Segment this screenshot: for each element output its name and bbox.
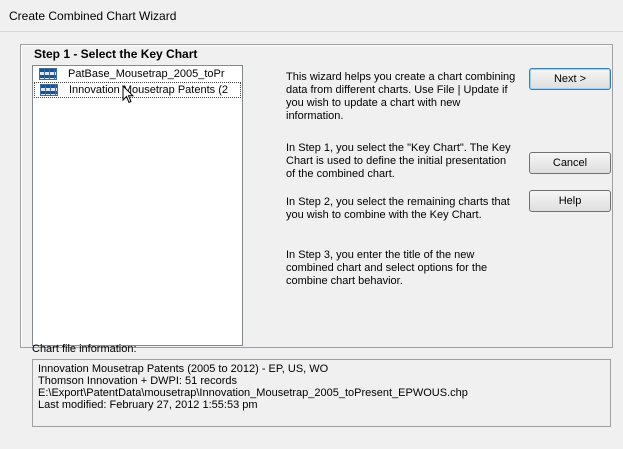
chart-listbox[interactable]: PatBase_Mousetrap_2005_toPr Innovation M… (32, 65, 243, 346)
list-item-label: Innovation Mousetrap Patents (2 (69, 84, 228, 96)
wizard-window: Create Combined Chart Wizard Step 1 - Se… (0, 0, 623, 449)
wizard-body: Step 1 - Select the Key Chart PatBase_Mo… (8, 32, 623, 449)
instruction-paragraph-1: This wizard helps you create a chart com… (286, 71, 516, 122)
list-item[interactable]: Innovation Mousetrap Patents (2 (34, 82, 241, 98)
chart-table-icon (40, 84, 58, 96)
chart-file-info-line: E:\Export\PatentData\mousetrap\Innovatio… (38, 387, 468, 399)
help-button[interactable]: Help (529, 190, 611, 212)
window-title: Create Combined Chart Wizard (9, 9, 177, 23)
instruction-paragraph-3: In Step 2, you select the remaining char… (286, 196, 510, 221)
chart-file-info-line: Last modified: February 27, 2012 1:55:53… (38, 399, 258, 411)
next-button[interactable]: Next > (529, 68, 611, 90)
step-title: Step 1 - Select the Key Chart (34, 47, 198, 61)
chart-file-info-label: Chart file information: (32, 343, 137, 355)
cancel-button[interactable]: Cancel (529, 152, 611, 174)
chart-file-info-line: Innovation Mousetrap Patents (2005 to 20… (38, 363, 329, 375)
chart-file-info-box: Innovation Mousetrap Patents (2005 to 20… (32, 359, 611, 427)
chart-table-icon (39, 68, 57, 80)
mouse-pointer-icon (122, 85, 134, 104)
list-item[interactable]: PatBase_Mousetrap_2005_toPr (33, 66, 242, 82)
instruction-paragraph-4: In Step 3, you enter the title of the ne… (286, 249, 488, 287)
list-item-label: PatBase_Mousetrap_2005_toPr (68, 68, 225, 80)
title-bar[interactable]: Create Combined Chart Wizard (0, 0, 623, 32)
chart-file-info-line: Thomson Innovation + DWPI: 51 records (38, 375, 238, 387)
instruction-paragraph-2: In Step 1, you select the "Key Chart". T… (286, 142, 511, 180)
